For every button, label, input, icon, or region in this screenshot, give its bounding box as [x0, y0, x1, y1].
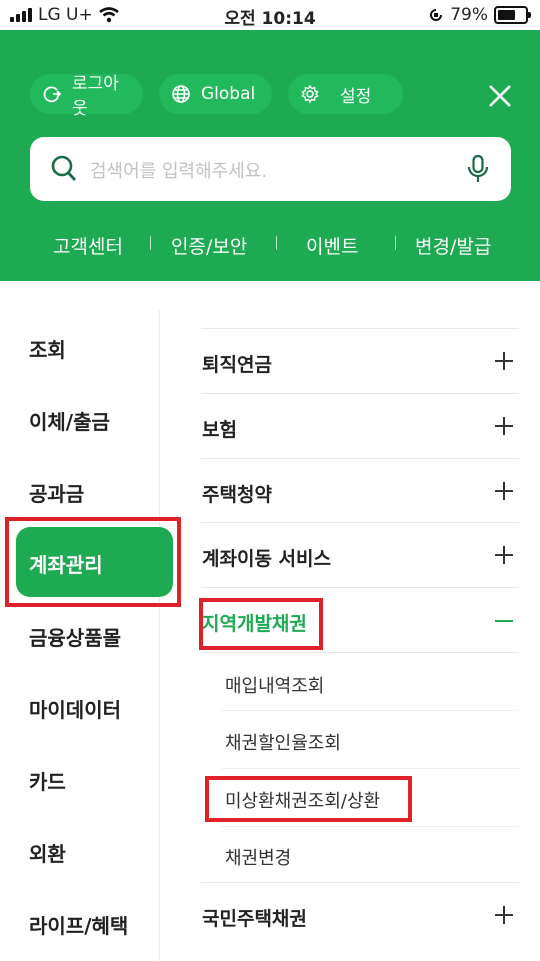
left-menu-mydata[interactable]: 마이데이터 [29, 694, 121, 723]
collapse-minus-icon[interactable] [495, 620, 513, 622]
left-menu-foreign-exchange[interactable]: 외환 [29, 838, 66, 867]
expand-plus-icon[interactable] [495, 352, 513, 370]
quick-link-separator [276, 236, 277, 250]
quick-link-auth-security[interactable]: 인증/보안 [171, 232, 247, 259]
submenu-divider [222, 826, 519, 827]
submenu-divider [222, 710, 519, 711]
search-bar[interactable]: 검색어를 입력해주세요. [30, 137, 511, 201]
status-right: 79% [428, 5, 531, 25]
row-divider [201, 393, 519, 394]
left-menu-life-benefits[interactable]: 라이프/혜택 [29, 910, 128, 939]
left-menu-inquiry[interactable]: 조회 [29, 334, 66, 363]
left-menu-card[interactable]: 카드 [29, 766, 66, 795]
gear-icon [301, 84, 319, 104]
quick-link-separator [395, 236, 396, 250]
submenu-bond-discount-rate[interactable]: 채권할인율조회 [225, 729, 341, 755]
settings-label: 설정 [340, 86, 372, 107]
menu-insurance[interactable]: 보험 [202, 415, 237, 442]
highlight-box-unredeemed-bond [205, 776, 412, 822]
row-divider [201, 652, 519, 653]
left-menu-financial-mall[interactable]: 금융상품몰 [29, 622, 121, 651]
submenu-divider [222, 768, 519, 769]
quick-link-change-issue[interactable]: 변경/발급 [415, 232, 491, 259]
quick-link-separator [150, 236, 151, 250]
logout-button[interactable]: 로그아웃 [30, 74, 143, 119]
expand-plus-icon[interactable] [495, 417, 513, 435]
quick-link-event[interactable]: 이벤트 [306, 232, 358, 259]
battery-icon [494, 6, 531, 24]
status-bar: LG U+ 오전 10:14 79% [0, 0, 540, 30]
battery-percent: 79% [450, 5, 488, 25]
search-input[interactable]: 검색어를 입력해주세요. [90, 157, 267, 183]
rotation-lock-icon [430, 9, 443, 21]
expand-plus-icon[interactable] [495, 906, 513, 924]
menu-retirement-pension[interactable]: 퇴직연금 [202, 350, 272, 377]
row-divider [201, 587, 519, 588]
row-divider [201, 522, 519, 523]
quick-link-customer-center[interactable]: 고객센터 [53, 232, 123, 259]
highlight-box-account-management [5, 517, 181, 607]
submenu-purchase-history[interactable]: 매입내역조회 [225, 672, 324, 698]
row-divider [201, 882, 519, 883]
global-button[interactable]: Global [159, 74, 272, 114]
row-divider [201, 328, 519, 329]
expand-plus-icon[interactable] [495, 482, 513, 500]
global-label: Global [201, 84, 256, 104]
expand-plus-icon[interactable] [495, 546, 513, 564]
left-menu-utility-bills[interactable]: 공과금 [29, 478, 84, 507]
logout-label: 로그아웃 [72, 74, 119, 119]
search-icon[interactable] [51, 155, 77, 183]
submenu-bond-change[interactable]: 채권변경 [225, 844, 291, 870]
row-divider [201, 458, 519, 459]
menu-header: 로그아웃 Global 설정 검색어를 입력해주세요. 고객센터 인증/보안 이… [0, 30, 540, 281]
column-divider [159, 310, 160, 961]
highlight-box-regional-development-bond [199, 598, 323, 650]
menu-national-housing-bond[interactable]: 국민주택채권 [202, 904, 307, 931]
battery-fill [498, 10, 515, 20]
microphone-icon[interactable] [466, 154, 490, 184]
logout-icon [43, 86, 62, 103]
settings-button[interactable]: 설정 [288, 74, 403, 114]
left-menu-transfer[interactable]: 이체/출금 [29, 406, 110, 435]
close-icon[interactable] [486, 82, 514, 110]
globe-icon [172, 85, 190, 103]
menu-housing-subscription[interactable]: 주택청약 [202, 480, 272, 507]
menu-account-transfer-service[interactable]: 계좌이동 서비스 [202, 544, 331, 571]
